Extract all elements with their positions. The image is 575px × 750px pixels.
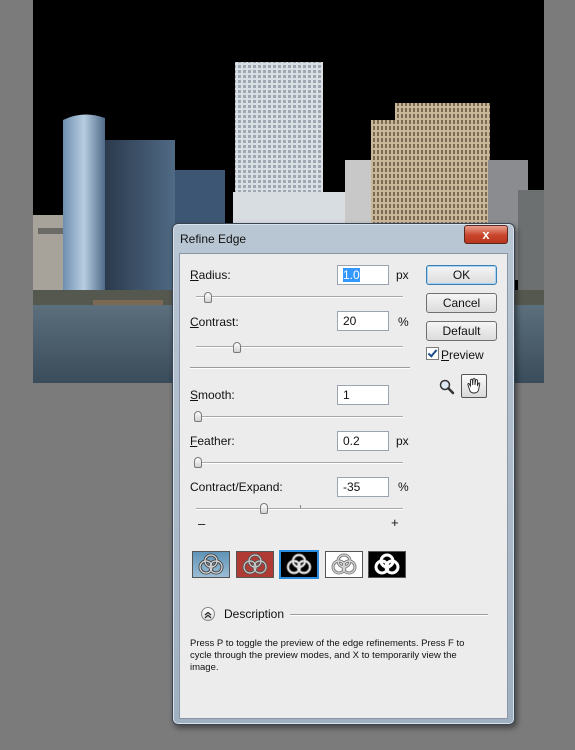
preview-label: Preview	[441, 348, 484, 362]
hand-tool-button[interactable]	[461, 374, 487, 398]
center-tick	[300, 505, 301, 508]
contract-expand-slider-track[interactable]	[196, 508, 403, 510]
view-mask[interactable]	[368, 551, 406, 578]
knot-icon	[374, 553, 400, 575]
ok-button[interactable]: OK	[426, 265, 497, 285]
hand-icon	[467, 377, 481, 394]
close-button[interactable]: x	[464, 225, 508, 244]
knot-icon	[331, 553, 357, 575]
minus-icon: –	[198, 516, 206, 531]
view-on-black[interactable]	[279, 550, 319, 579]
contrast-label: Contrast:	[190, 315, 239, 329]
radius-input[interactable]: 1.0	[337, 265, 389, 285]
chevron-up-icon	[204, 611, 212, 619]
knot-icon	[242, 553, 268, 575]
feather-input[interactable]: 0.2	[337, 431, 389, 451]
default-button[interactable]: Default	[426, 321, 497, 341]
smooth-slider-track[interactable]	[196, 416, 403, 418]
knot-icon	[286, 553, 312, 575]
description-toggle[interactable]	[201, 607, 215, 621]
preview-checkbox[interactable]	[426, 347, 439, 360]
description-heading: Description	[224, 607, 285, 621]
zoom-tool-icon[interactable]	[438, 378, 456, 396]
knot-icon	[198, 553, 224, 575]
radius-slider-thumb[interactable]	[204, 292, 213, 303]
radius-label: Radius:	[190, 268, 231, 282]
plus-icon: +	[391, 515, 399, 530]
smooth-slider-thumb[interactable]	[194, 411, 203, 422]
dialog-title: Refine Edge	[180, 232, 247, 246]
description-line-1: Press P to toggle the preview of the edg…	[190, 638, 465, 649]
view-on-white[interactable]	[325, 551, 363, 578]
smooth-input[interactable]: 1	[337, 385, 389, 405]
contrast-slider-track[interactable]	[196, 346, 403, 348]
view-standard[interactable]	[192, 551, 230, 578]
refine-edge-dialog: Refine Edge x Radius: 1.0 px Contrast: 2…	[172, 223, 515, 725]
view-quick-mask[interactable]	[236, 551, 274, 578]
contrast-input[interactable]: 20	[337, 311, 389, 331]
cancel-button[interactable]: Cancel	[426, 293, 497, 313]
contract-expand-label: Contract/Expand:	[190, 480, 283, 494]
feather-label: Feather:	[190, 434, 235, 448]
contract-expand-unit: %	[398, 480, 409, 494]
section-divider	[190, 367, 410, 369]
contract-expand-input[interactable]: -35	[337, 477, 389, 497]
title-bar[interactable]: Refine Edge x	[173, 224, 514, 250]
contract-expand-slider-thumb[interactable]	[260, 503, 269, 514]
radius-unit: px	[396, 268, 409, 282]
feather-slider-thumb[interactable]	[194, 457, 203, 468]
radius-slider-track[interactable]	[196, 296, 403, 298]
dialog-body: Radius: 1.0 px Contrast: 20 % Smooth: 1 …	[179, 253, 508, 719]
feather-slider-track[interactable]	[196, 462, 403, 464]
feather-unit: px	[396, 434, 409, 448]
contrast-unit: %	[398, 315, 409, 329]
description-divider	[290, 614, 488, 616]
description-line-2: cycle through the preview modes, and X t…	[190, 650, 457, 661]
smooth-label: Smooth:	[190, 388, 235, 402]
close-icon: x	[482, 227, 490, 242]
description-line-3: image.	[190, 662, 219, 673]
contrast-slider-thumb[interactable]	[233, 342, 242, 353]
